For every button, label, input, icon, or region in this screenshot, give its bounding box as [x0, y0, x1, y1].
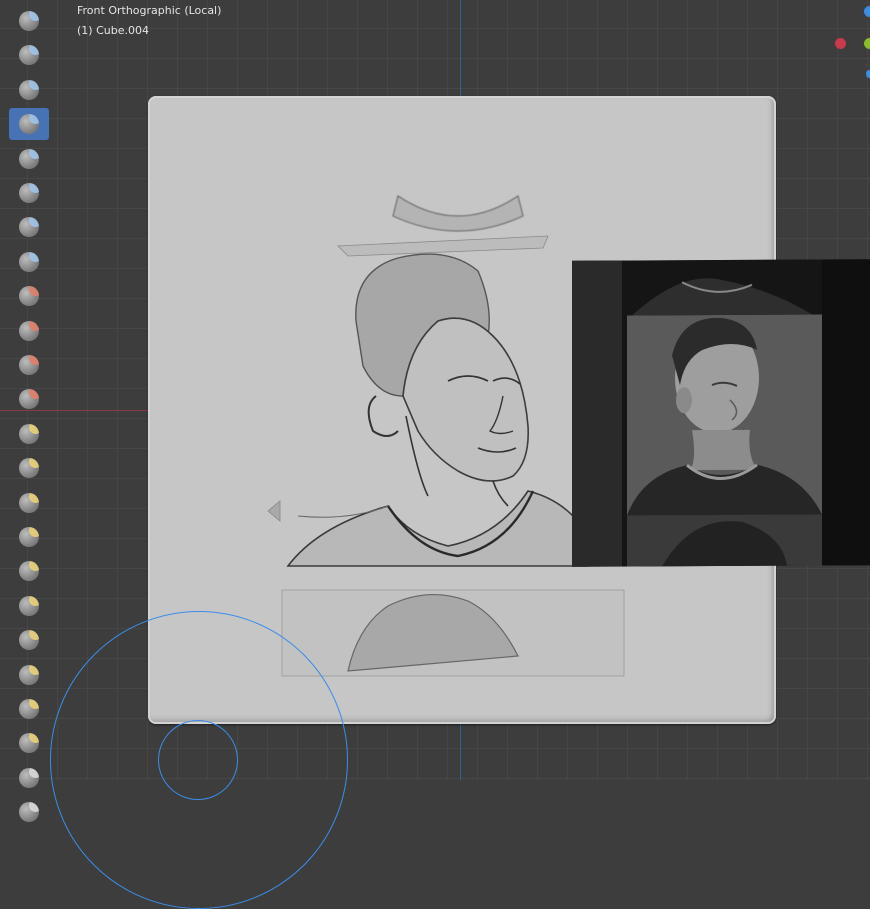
draw-sharp-brush-icon — [19, 45, 39, 66]
3d-viewport[interactable]: Front Orthographic (Local) (1) Cube.004 — [0, 0, 870, 909]
multiplane-scrape-brush-icon — [19, 458, 39, 479]
flatten-brush-icon — [19, 355, 39, 375]
smooth-brush-tool-button[interactable] — [9, 315, 49, 347]
slide-relax-brush-tool-button[interactable] — [9, 762, 49, 794]
brush-inner-circle — [158, 720, 238, 800]
smooth-brush-icon — [19, 320, 39, 341]
grab-brush-tool-button[interactable] — [9, 521, 49, 553]
scrape-brush-icon — [19, 423, 39, 444]
draw-sharp-brush-tool-button[interactable] — [9, 39, 49, 71]
object-name-label: (1) Cube.004 — [77, 24, 149, 37]
rotate-brush-icon — [19, 733, 39, 754]
fill-brush-tool-button[interactable] — [9, 383, 49, 415]
gizmo-y-axis-dot[interactable] — [864, 38, 870, 49]
reference-photo — [572, 259, 870, 567]
clay-thumb-brush-icon — [19, 148, 39, 169]
blob-brush-tool-button[interactable] — [9, 246, 49, 278]
crease-brush-tool-button[interactable] — [9, 280, 49, 312]
inflate-brush-tool-button[interactable] — [9, 211, 49, 243]
rotate-brush-tool-button[interactable] — [9, 727, 49, 759]
pose-brush-tool-button[interactable] — [9, 659, 49, 691]
draw-brush-tool-button[interactable] — [9, 5, 49, 37]
clay-strips-brush-icon — [19, 114, 39, 135]
crease-brush-icon — [19, 286, 39, 307]
reference-image[interactable] — [572, 259, 870, 567]
gizmo-z-axis-dot[interactable] — [864, 6, 870, 17]
clay-brush-icon — [19, 79, 39, 100]
boundary-brush-icon — [19, 802, 39, 823]
nudge-brush-tool-button[interactable] — [9, 693, 49, 725]
snake-hook-brush-icon — [19, 595, 39, 616]
clay-brush-tool-button[interactable] — [9, 74, 49, 106]
fill-brush-icon — [19, 389, 39, 410]
inflate-brush-icon — [19, 217, 39, 238]
nudge-brush-icon — [19, 699, 39, 719]
pinch-brush-tool-button[interactable] — [9, 487, 49, 519]
gizmo-neg-z-dot[interactable] — [866, 70, 870, 78]
elastic-deform-brush-tool-button[interactable] — [9, 555, 49, 587]
clay-strips-brush-tool-button[interactable] — [9, 108, 49, 141]
blob-brush-icon — [19, 251, 39, 272]
gizmo-x-axis-dot[interactable] — [835, 38, 846, 49]
multiplane-scrape-brush-tool-button[interactable] — [9, 452, 49, 484]
sculpt-toolbar — [0, 0, 52, 823]
grab-brush-icon — [19, 527, 39, 547]
view-name-label: Front Orthographic (Local) — [77, 4, 222, 17]
elastic-deform-brush-icon — [19, 561, 39, 582]
draw-brush-icon — [19, 11, 39, 31]
pinch-brush-icon — [19, 492, 39, 513]
scrape-brush-tool-button[interactable] — [9, 418, 49, 450]
flatten-brush-tool-button[interactable] — [9, 349, 49, 381]
layer-brush-icon — [19, 183, 39, 203]
thumb-brush-tool-button[interactable] — [9, 624, 49, 656]
clay-thumb-brush-tool-button[interactable] — [9, 143, 49, 175]
layer-brush-tool-button[interactable] — [9, 177, 49, 209]
pose-brush-icon — [19, 664, 39, 685]
slide-relax-brush-icon — [19, 767, 39, 788]
boundary-brush-tool-button[interactable] — [9, 796, 49, 828]
thumb-brush-icon — [19, 630, 39, 651]
snake-hook-brush-tool-button[interactable] — [9, 590, 49, 622]
